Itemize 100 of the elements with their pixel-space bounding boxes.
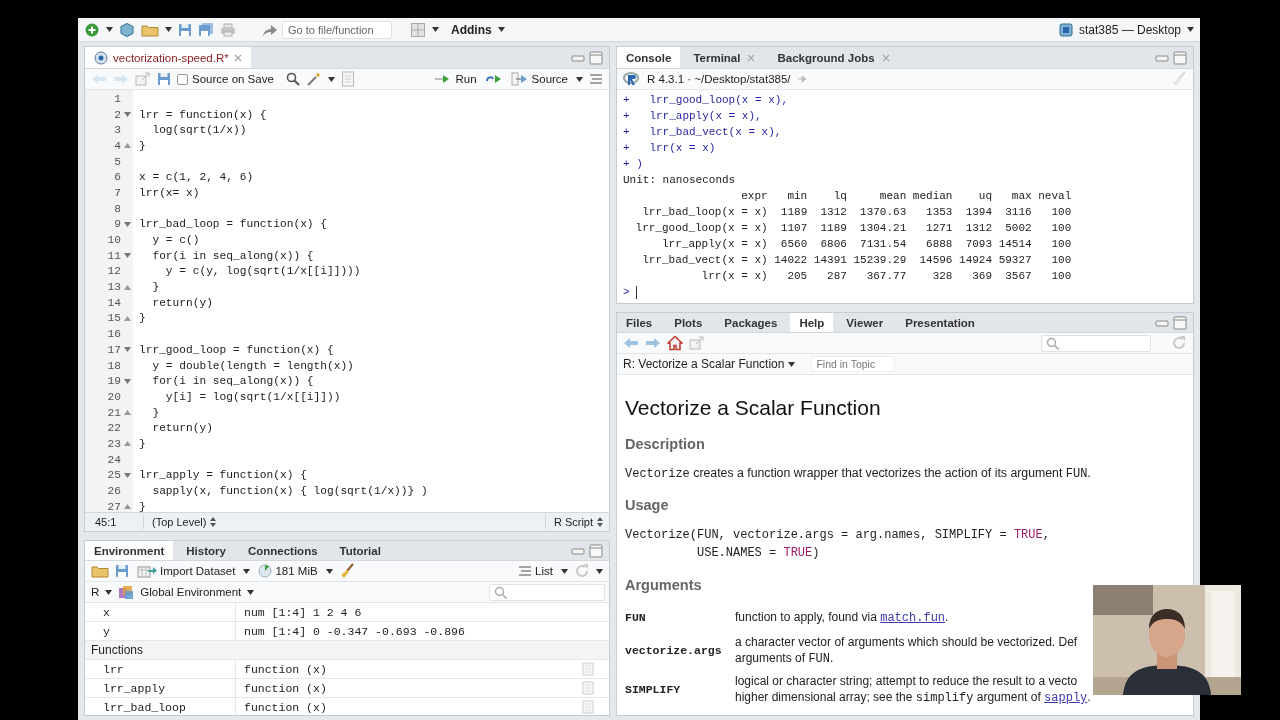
back-arrow-icon[interactable] [623,337,639,349]
caret-icon[interactable] [788,361,796,367]
table-cell-text: 1107 [779,221,808,236]
variable-name: y [85,622,236,640]
caret-icon[interactable] [243,568,251,574]
refresh-icon[interactable] [574,563,590,579]
code-line: return(y) [151,296,213,309]
file-tab[interactable]: vectorization-speed.R* [85,47,251,68]
checkbox-label[interactable]: Source on Save [192,73,274,85]
run-button[interactable]: Run [432,73,479,85]
pane-tab[interactable]: Environment [85,541,174,560]
close-icon[interactable] [233,53,242,62]
line-number: 5 [114,155,121,168]
caret-icon[interactable] [165,27,172,32]
search-field[interactable] [489,583,605,601]
r-project-icon[interactable] [1058,22,1073,37]
caret-icon[interactable] [247,589,255,595]
lines-icon[interactable] [589,73,603,85]
caret-icon[interactable] [106,27,113,32]
table-cell-text: 367.77 [865,269,907,284]
search-icon[interactable] [285,72,300,86]
caret-icon[interactable] [105,589,113,595]
arrow-icon[interactable] [796,74,807,84]
save-icon[interactable] [178,22,192,37]
up-down-icon[interactable] [597,517,603,527]
close-icon[interactable] [881,53,890,62]
fold-arrow-icon[interactable] [123,441,131,447]
line-number: 16 [107,328,121,341]
console-line: + lrr_bad_vect(x = x), [623,126,782,138]
file-type-menu[interactable]: R Script [553,516,593,528]
pane-tab[interactable]: Console [617,47,681,68]
fold-arrow-icon[interactable] [123,253,131,259]
caret-icon[interactable] [327,76,335,82]
addins-menu[interactable]: Addins [451,22,492,37]
cube-icon[interactable] [119,21,135,38]
caret-icon[interactable] [325,568,333,574]
maximize-icon[interactable] [589,543,603,558]
find-in-topic-field[interactable]: Find in Topic [811,356,896,372]
pane-tab[interactable]: Help [790,313,834,332]
forward-arrow-icon[interactable] [645,337,661,349]
save-all-icon[interactable] [198,22,214,37]
maximize-icon[interactable] [589,50,603,65]
caret-icon[interactable] [432,27,439,32]
fold-arrow-icon[interactable] [123,284,131,290]
view-mode-button[interactable]: List [516,565,555,577]
fold-arrow-icon[interactable] [123,221,131,227]
import-dataset-button[interactable]: Import Dataset [135,564,238,578]
search-field[interactable] [1041,334,1151,352]
maximize-icon[interactable] [1173,50,1187,65]
fold-arrow-icon[interactable] [123,410,131,416]
line-number: 25 [107,469,121,482]
fold-arrow-icon[interactable] [123,315,131,321]
plus-icon[interactable] [84,21,100,38]
fold-arrow-icon[interactable] [123,472,131,478]
folder-icon[interactable] [91,563,109,579]
maximize-icon[interactable] [1173,315,1187,330]
source-icon [510,72,529,86]
memory-usage-button[interactable]: 181 MiB [256,564,320,578]
caret-icon[interactable] [596,568,603,574]
popout-icon[interactable] [689,336,705,350]
go-to-file-field[interactable]: Go to file/function [282,20,392,39]
save-icon[interactable] [157,72,171,86]
refresh-icon[interactable] [1171,335,1187,351]
printer-icon[interactable] [220,22,236,37]
project-menu[interactable]: stat385 — Desktop [1078,22,1181,37]
environment-menu[interactable]: Global Environment [140,586,242,598]
rerun-icon[interactable] [484,73,503,85]
up-down-icon[interactable] [210,517,217,527]
wand-icon[interactable] [305,71,322,87]
line-number: 22 [107,422,121,435]
fold-arrow-icon[interactable] [123,347,131,353]
help-link[interactable]: match.fun [880,610,946,625]
language-menu[interactable]: R [91,586,100,598]
fold-arrow-icon[interactable] [123,378,131,384]
checkbox[interactable] [177,73,188,85]
page-icon[interactable] [340,71,355,87]
topic-menu[interactable]: R: Vectorize a Scalar Function [623,357,785,371]
minimize-icon[interactable] [571,52,585,63]
fold-arrow-icon[interactable] [123,143,131,149]
table-cell: 1370.63 [846,204,907,220]
minimize-icon[interactable] [1155,52,1169,63]
scope-menu[interactable]: (Top Level) [152,516,207,528]
popout-icon[interactable] [135,72,151,86]
help-link[interactable]: sapply [1044,691,1088,705]
caret-icon[interactable] [576,76,583,82]
fold-arrow-icon[interactable] [123,504,131,510]
save-icon[interactable] [115,564,129,578]
caret-icon[interactable] [1187,27,1194,32]
caret-icon[interactable] [561,568,568,574]
minimize-icon[interactable] [1155,317,1169,328]
source-button[interactable]: Source [508,72,570,86]
table-cell-text: lrr(x = x) [700,269,768,284]
home-icon[interactable] [667,335,683,351]
grid-icon[interactable] [410,21,426,38]
code-line: lrr(x= x) [139,186,200,199]
fold-arrow-icon[interactable] [123,112,131,118]
file-tab-label[interactable]: vectorization-speed.R* [113,51,229,64]
minimize-icon[interactable] [571,545,585,556]
close-icon[interactable] [747,53,756,62]
caret-icon[interactable] [497,27,505,32]
